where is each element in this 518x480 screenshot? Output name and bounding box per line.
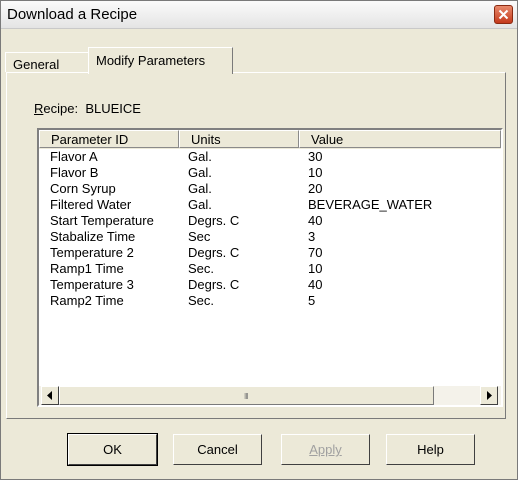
cell-units: Sec [188,229,211,244]
column-header-value[interactable]: Value [299,130,501,148]
column-header-parameter-id[interactable]: Parameter ID [39,130,179,148]
table-row[interactable]: Flavor A Gal. 30 [39,149,501,164]
cell-value: 40 [308,213,323,228]
table-row[interactable]: Temperature 3 Degrs. C 40 [39,277,501,292]
column-header-label: Units [191,132,221,147]
cell-parameter-id: Temperature 3 [50,277,134,292]
table-row[interactable]: Filtered Water Gal. BEVERAGE_WATER [39,197,501,212]
table-row[interactable]: Ramp1 Time Sec. 10 [39,261,501,276]
cell-units: Sec. [188,293,215,308]
close-x-icon [498,9,509,20]
tab-general[interactable]: General [5,52,89,72]
cell-parameter-id: Start Temperature [50,213,154,228]
column-header-label: Value [311,132,344,147]
cell-parameter-id: Filtered Water [50,197,132,212]
tab-modify-parameters[interactable]: Modify Parameters [88,47,233,74]
cell-units: Gal. [188,181,212,196]
cell-parameter-id: Ramp1 Time [50,261,124,276]
recipe-name: BLUEICE [85,101,141,116]
title-bar[interactable]: Download a Recipe [1,1,517,29]
table-row[interactable]: Ramp2 Time Sec. 5 [39,293,501,308]
tab-general-label: General [13,57,60,72]
recipe-label-text: ecipe: [43,101,79,116]
table-row[interactable]: Stabalize Time Sec 3 [39,229,501,244]
cell-units: Gal. [188,165,212,180]
cell-value: 10 [308,165,323,180]
close-icon[interactable] [494,5,513,24]
cell-value: 3 [308,229,316,244]
scroll-right-button[interactable] [480,386,498,405]
help-button[interactable]: Help [386,434,475,465]
cell-parameter-id: Stabalize Time [50,229,136,244]
cell-units: Sec. [188,261,215,276]
cell-parameter-id: Flavor B [50,165,99,180]
table-row[interactable]: Flavor B Gal. 10 [39,165,501,180]
tab-modify-parameters-label: Modify Parameters [96,53,206,68]
table-row[interactable]: Corn Syrup Gal. 20 [39,181,501,196]
recipe-label: Recipe: BLUEICE [34,101,141,116]
cell-units: Degrs. C [188,277,240,292]
cell-units: Degrs. C [188,245,240,260]
window-title: Download a Recipe [7,6,138,23]
list-header: Parameter ID Units Value [39,130,501,149]
cell-parameter-id: Ramp2 Time [50,293,124,308]
recipe-label-accel: R [34,101,44,116]
cell-units: Gal. [188,197,212,212]
scroll-left-button[interactable] [41,386,59,405]
cell-value: 5 [308,293,316,308]
cell-value: 10 [308,261,323,276]
cell-units: Degrs. C [188,213,240,228]
cell-units: Gal. [188,149,212,164]
arrow-left-icon [47,391,52,400]
cancel-button[interactable]: Cancel [173,434,262,465]
cell-value: 30 [308,149,323,164]
ok-button[interactable]: OK [67,433,158,466]
cell-value: 70 [308,245,323,260]
column-header-label: Parameter ID [51,132,129,147]
cell-value: BEVERAGE_WATER [308,197,433,212]
parameter-list[interactable]: Parameter ID Units Value Flavor A Gal. 3… [37,128,503,407]
cell-value: 40 [308,277,323,292]
cell-parameter-id: Temperature 2 [50,245,134,260]
arrow-right-icon [487,391,492,400]
table-row[interactable]: Start Temperature Degrs. C 40 [39,213,501,228]
grip-icon: III [244,392,249,401]
cell-value: 20 [308,181,323,196]
cell-parameter-id: Corn Syrup [50,181,116,196]
table-row[interactable]: Temperature 2 Degrs. C 70 [39,245,501,260]
horizontal-scrollbar[interactable]: III [39,386,501,405]
cell-parameter-id: Flavor A [50,149,98,164]
scroll-thumb[interactable]: III [59,386,434,405]
apply-button[interactable]: Apply [281,434,370,465]
column-header-units[interactable]: Units [179,130,299,148]
